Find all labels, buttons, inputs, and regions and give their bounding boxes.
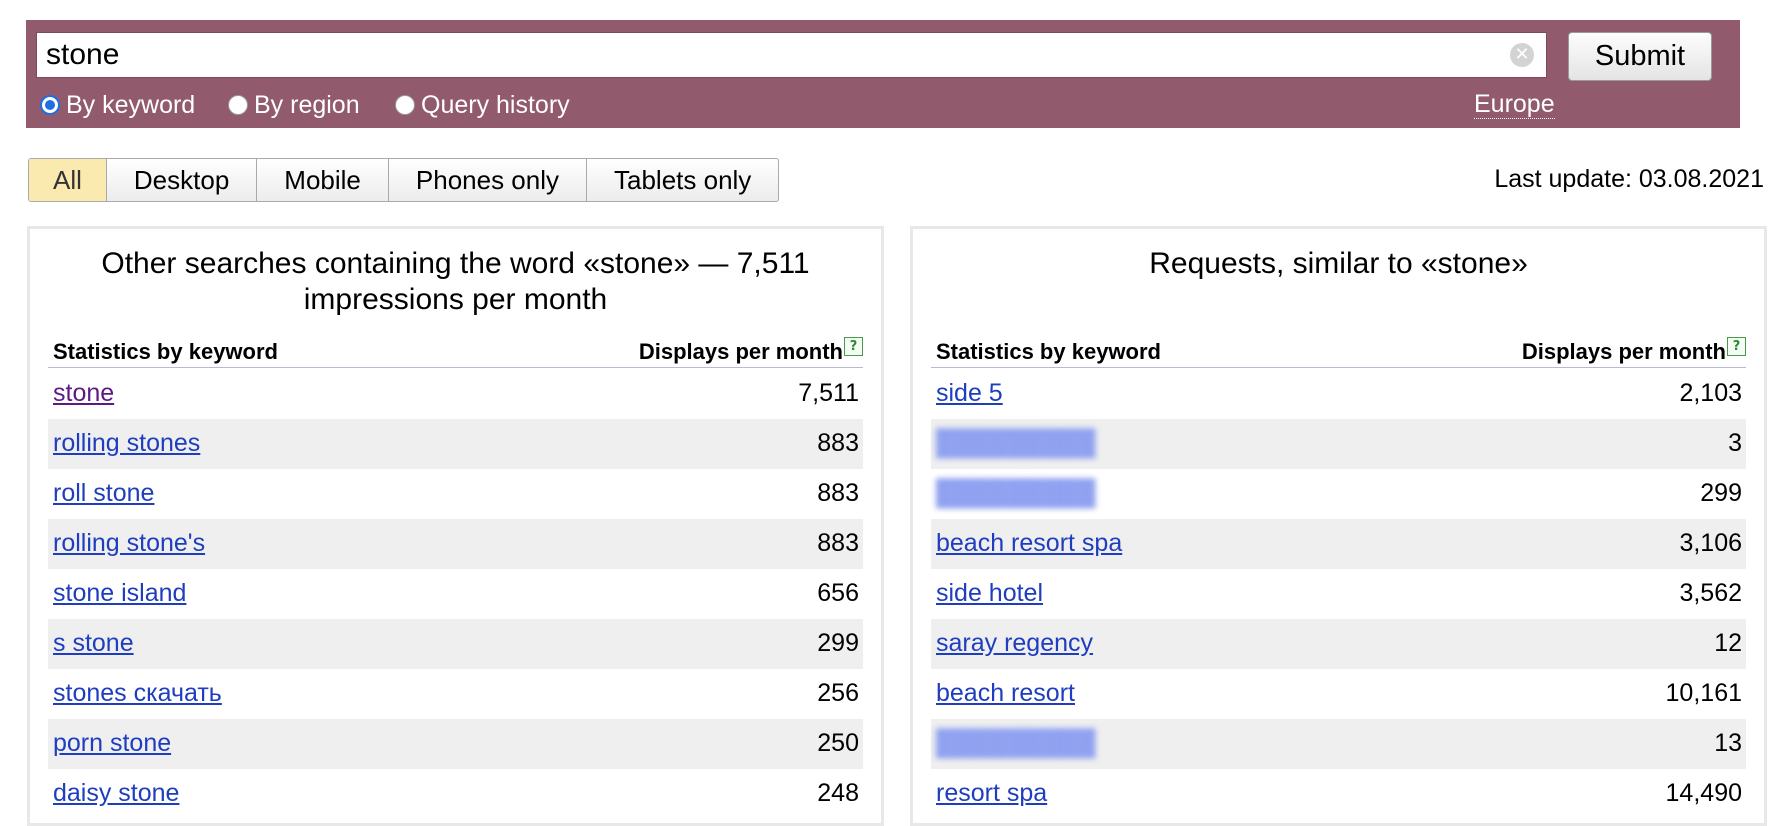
displays-count: 656 bbox=[817, 579, 859, 607]
redacted-keyword-link[interactable]: █████████ bbox=[936, 729, 1095, 758]
keyword-link[interactable]: s stone bbox=[53, 629, 134, 658]
displays-count: 12 bbox=[1714, 629, 1742, 657]
column-displays: Displays per month bbox=[638, 339, 843, 364]
column-keyword: Statistics by keyword bbox=[53, 339, 278, 364]
keyword-table: side 5 2,103 █████████ 3 █████████ 299 beach r… bbox=[931, 369, 1746, 819]
tab-mobile[interactable]: Mobile bbox=[257, 159, 389, 201]
radio-by-keyword[interactable]: By keyword bbox=[40, 86, 195, 124]
table-row: rolling stone's 883 bbox=[48, 519, 863, 569]
clear-icon[interactable]: ✕ bbox=[1510, 43, 1534, 67]
radio-label: By region bbox=[254, 90, 360, 119]
keyword-link[interactable]: rolling stones bbox=[53, 429, 200, 458]
table-row: █████████ 299 bbox=[931, 469, 1746, 519]
displays-count: 250 bbox=[817, 729, 859, 757]
keyword-link[interactable]: stone bbox=[53, 379, 114, 408]
displays-count: 14,490 bbox=[1665, 779, 1742, 807]
displays-count: 3,562 bbox=[1679, 579, 1742, 607]
displays-count: 299 bbox=[817, 629, 859, 657]
search-box: ✕ bbox=[36, 32, 1547, 78]
table-row: saray regency 12 bbox=[931, 619, 1746, 669]
keyword-link[interactable]: side hotel bbox=[936, 579, 1043, 608]
table-row: stone 7,511 bbox=[48, 369, 863, 419]
keyword-link[interactable]: daisy stone bbox=[53, 779, 179, 808]
table-row: side hotel 3,562 bbox=[931, 569, 1746, 619]
redacted-keyword-link[interactable]: █████████ bbox=[936, 429, 1095, 458]
displays-count: 3 bbox=[1728, 429, 1742, 457]
displays-count: 2,103 bbox=[1679, 379, 1742, 407]
radio-by-region[interactable]: By region bbox=[228, 86, 360, 124]
radio-query-history[interactable]: Query history bbox=[395, 86, 570, 124]
region-link[interactable]: Europe bbox=[1474, 86, 1555, 119]
keyword-link[interactable]: side 5 bbox=[936, 379, 1003, 408]
table-row: █████████ 3 bbox=[931, 419, 1746, 469]
panel-title: Requests, similar to «stone» bbox=[1149, 247, 1528, 280]
table-header: Statistics by keyword Displays per month… bbox=[931, 335, 1746, 368]
keyword-link[interactable]: porn stone bbox=[53, 729, 171, 758]
table-row: porn stone 250 bbox=[48, 719, 863, 769]
table-row: s stone 299 bbox=[48, 619, 863, 669]
column-displays: Displays per month bbox=[1521, 339, 1726, 364]
tab-all[interactable]: All bbox=[29, 159, 107, 201]
displays-count: 883 bbox=[817, 529, 859, 557]
help-icon[interactable]: ? bbox=[1727, 337, 1746, 356]
table-row: daisy stone 248 bbox=[48, 769, 863, 819]
table-row: stones скачать 256 bbox=[48, 669, 863, 719]
displays-count: 7,511 bbox=[798, 379, 859, 407]
help-icon[interactable]: ? bbox=[844, 337, 863, 356]
containing-word-panel: Other searches containing the word «ston… bbox=[27, 226, 884, 826]
table-row: side 5 2,103 bbox=[931, 369, 1746, 419]
table-row: roll stone 883 bbox=[48, 469, 863, 519]
table-row: beach resort 10,161 bbox=[931, 669, 1746, 719]
keyword-link[interactable]: saray regency bbox=[936, 629, 1093, 658]
table-row: rolling stones 883 bbox=[48, 419, 863, 469]
keyword-link[interactable]: rolling stone's bbox=[53, 529, 205, 558]
table-row: resort spa 14,490 bbox=[931, 769, 1746, 819]
radio-label: Query history bbox=[421, 90, 570, 119]
device-tabs: All Desktop Mobile Phones only Tablets o… bbox=[28, 158, 780, 202]
submit-button[interactable]: Submit bbox=[1568, 32, 1712, 81]
displays-count: 256 bbox=[817, 679, 859, 707]
keyword-link[interactable]: beach resort spa bbox=[936, 529, 1122, 558]
displays-count: 3,106 bbox=[1679, 529, 1742, 557]
last-update: Last update: 03.08.2021 bbox=[1494, 165, 1764, 193]
keyword-link[interactable]: stone island bbox=[53, 579, 186, 608]
displays-count: 883 bbox=[817, 479, 859, 507]
tab-tablets-only[interactable]: Tablets only bbox=[587, 159, 778, 201]
displays-count: 10,161 bbox=[1665, 679, 1742, 707]
keyword-link[interactable]: resort spa bbox=[936, 779, 1047, 808]
table-header: Statistics by keyword Displays per month… bbox=[48, 335, 863, 368]
displays-count: 13 bbox=[1714, 729, 1742, 757]
panel-title: Other searches containing the word «ston… bbox=[101, 247, 810, 316]
radio-unchecked-icon[interactable] bbox=[395, 95, 415, 115]
keyword-link[interactable]: roll stone bbox=[53, 479, 154, 508]
tab-desktop[interactable]: Desktop bbox=[107, 159, 258, 201]
radio-label: By keyword bbox=[66, 90, 196, 119]
search-bar: ✕ Submit By keyword By region Query hist… bbox=[26, 20, 1740, 128]
tab-phones-only[interactable]: Phones only bbox=[389, 159, 587, 201]
radio-unchecked-icon[interactable] bbox=[228, 95, 248, 115]
displays-count: 299 bbox=[1700, 479, 1742, 507]
search-input[interactable] bbox=[37, 33, 1506, 77]
table-row: beach resort spa 3,106 bbox=[931, 519, 1746, 569]
keyword-link[interactable]: stones скачать bbox=[53, 679, 222, 708]
similar-requests-panel: Requests, similar to «stone» Statistics … bbox=[910, 226, 1767, 826]
table-row: stone island 656 bbox=[48, 569, 863, 619]
keyword-link[interactable]: beach resort bbox=[936, 679, 1075, 708]
displays-count: 883 bbox=[817, 429, 859, 457]
table-row: █████████ 13 bbox=[931, 719, 1746, 769]
radio-checked-icon[interactable] bbox=[40, 95, 60, 115]
keyword-table: stone 7,511 rolling stones 883 roll stone 883… bbox=[48, 369, 863, 819]
displays-count: 248 bbox=[817, 779, 859, 807]
column-keyword: Statistics by keyword bbox=[936, 339, 1161, 364]
redacted-keyword-link[interactable]: █████████ bbox=[936, 479, 1095, 508]
